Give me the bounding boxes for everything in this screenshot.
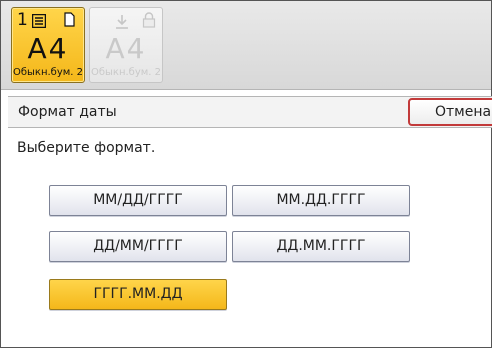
cancel-button[interactable]: Отмена	[408, 98, 492, 126]
format-option-dd-mm-yyyy-slash[interactable]: ДД/ММ/ГГГГ	[49, 231, 227, 262]
download-icon	[116, 15, 128, 29]
bypass-tray-button[interactable]: A4 Обыкн.бум. 2	[89, 7, 163, 83]
tray-paper-size: A4	[27, 32, 69, 65]
format-option-mm-dd-yyyy-dot[interactable]: ММ.ДД.ГГГГ	[232, 185, 410, 216]
instruction-text: Выберите формат.	[17, 140, 156, 156]
lock-icon	[142, 12, 156, 28]
tray-number: 1	[17, 10, 28, 30]
tray-paper-size: A4	[105, 32, 147, 65]
tray-paper-type: Обыкн.бум. 2	[90, 67, 162, 78]
format-option-yyyy-mm-dd[interactable]: ГГГГ.ММ.ДД	[49, 279, 227, 310]
paper-tray-bar: 1 A4 Обыкн.бум. 2 A4 Обыкн.бум. 2	[1, 1, 491, 90]
format-option-mm-dd-yyyy-slash[interactable]: ММ/ДД/ГГГГ	[49, 185, 227, 216]
document-icon	[64, 12, 75, 27]
tray-1-button[interactable]: 1 A4 Обыкн.бум. 2	[11, 7, 85, 83]
tray-paper-type: Обыкн.бум. 2	[12, 67, 84, 78]
dialog-title: Формат даты	[18, 104, 117, 120]
list-icon	[32, 14, 46, 28]
dialog-title-bar: Формат даты Отмена	[8, 96, 492, 128]
format-option-dd-mm-yyyy-dot[interactable]: ДД.ММ.ГГГГ	[232, 231, 410, 262]
